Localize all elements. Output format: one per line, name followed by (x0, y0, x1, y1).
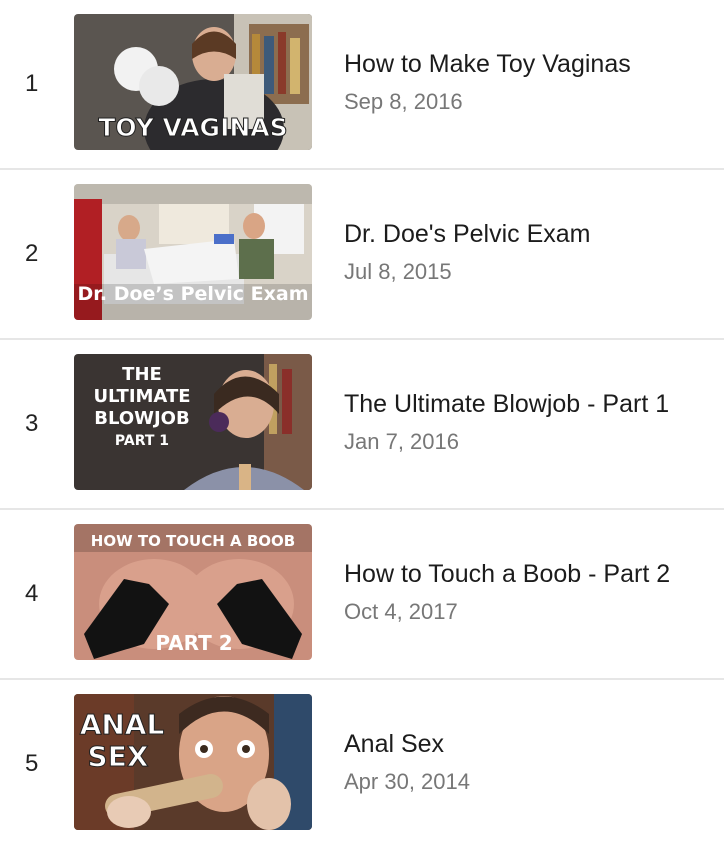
video-row[interactable]: 2 Dr. Doe’s Pelvic Exam Dr. Doe's Pelvic… (0, 170, 724, 340)
thumbnail-text: Dr. Doe’s Pelvic Exam (77, 283, 308, 305)
video-row[interactable]: 5 ANAL SEX Anal Sex Apr 30, 2014 (0, 680, 724, 850)
video-thumbnail[interactable]: HOW TO TOUCH A BOOB PART 2 (74, 524, 312, 660)
video-thumbnail[interactable]: ANAL SEX (74, 694, 312, 830)
video-thumbnail[interactable]: Dr. Doe’s Pelvic Exam (74, 184, 312, 320)
video-row[interactable]: 3 THE ULTIMATE BLOWJOB PART 1 The Ultima… (0, 340, 724, 510)
video-rank: 1 (25, 70, 39, 97)
video-list: 1 TOY VAGINAS How to Make Toy Vaginas Se… (0, 0, 724, 850)
thumbnail-image: TOY VAGINAS (74, 14, 312, 150)
video-date: Jan 7, 2016 (344, 429, 459, 454)
thumbnail-image: Dr. Doe’s Pelvic Exam (74, 184, 312, 320)
thumbnail-text: PART 1 (115, 433, 169, 449)
video-row[interactable]: 1 TOY VAGINAS How to Make Toy Vaginas Se… (0, 0, 724, 170)
video-title[interactable]: How to Touch a Boob - Part 2 (344, 560, 670, 589)
thumbnail-text: HOW TO TOUCH A BOOB (91, 532, 295, 550)
video-rank: 3 (25, 410, 39, 437)
video-row[interactable]: 4 HOW TO TOUCH A BOOB PART 2 How to Touc… (0, 510, 724, 680)
video-title[interactable]: How to Make Toy Vaginas (344, 50, 631, 79)
thumbnail-text: ANAL (80, 708, 165, 741)
thumbnail-text: TOY VAGINAS (98, 113, 287, 142)
video-title[interactable]: Anal Sex (344, 730, 444, 759)
video-title[interactable]: The Ultimate Blowjob - Part 1 (344, 390, 669, 419)
thumbnail-text: BLOWJOB (94, 408, 189, 429)
video-rank: 4 (25, 580, 39, 607)
thumbnail-text: PART 2 (155, 631, 232, 655)
thumbnail-text: THE (122, 364, 162, 385)
video-date: Oct 4, 2017 (344, 599, 458, 624)
video-rank: 5 (25, 750, 39, 777)
thumbnail-image: HOW TO TOUCH A BOOB PART 2 (74, 524, 312, 660)
thumbnail-image: ANAL SEX (74, 694, 312, 830)
thumbnail-text: ULTIMATE (93, 386, 190, 407)
video-rank: 2 (25, 240, 39, 267)
video-date: Jul 8, 2015 (344, 259, 452, 284)
video-date: Apr 30, 2014 (344, 769, 470, 794)
thumbnail-image: THE ULTIMATE BLOWJOB PART 1 (74, 354, 312, 490)
thumbnail-text: SEX (88, 740, 149, 773)
video-thumbnail[interactable]: TOY VAGINAS (74, 14, 312, 150)
video-title[interactable]: Dr. Doe's Pelvic Exam (344, 220, 591, 249)
video-date: Sep 8, 2016 (344, 89, 463, 114)
video-thumbnail[interactable]: THE ULTIMATE BLOWJOB PART 1 (74, 354, 312, 490)
